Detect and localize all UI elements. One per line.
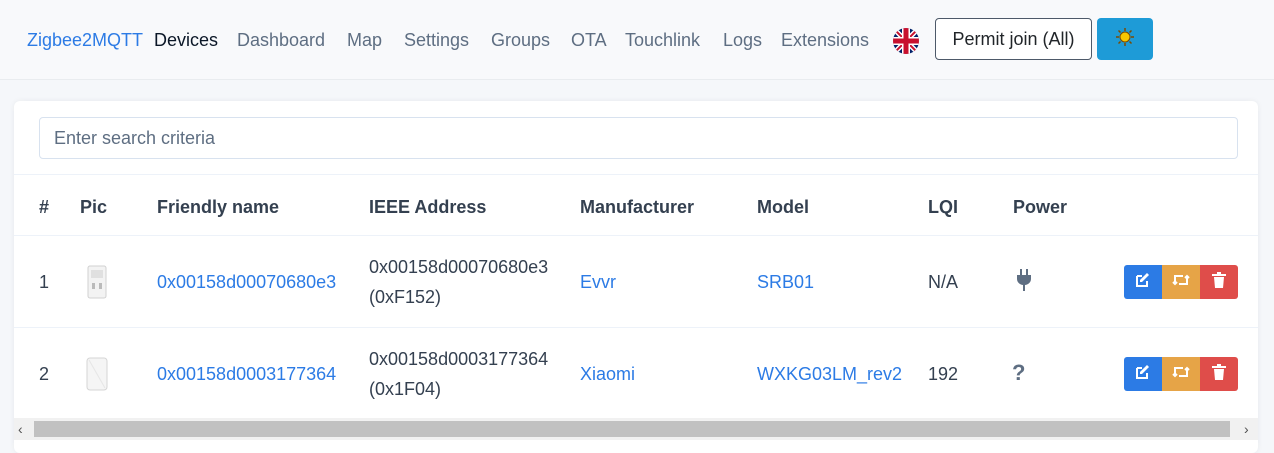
edit-button[interactable] [1124,265,1162,299]
plug-icon [1016,269,1032,297]
header-index[interactable]: # [39,196,49,218]
edit-icon [1135,364,1151,384]
header-lqi[interactable]: LQI [928,196,958,218]
nav-map[interactable]: Map [347,29,382,51]
divider [14,327,1258,328]
uk-flag-icon[interactable] [893,28,919,54]
brand-link[interactable]: Zigbee2MQTT [27,29,143,51]
edit-button[interactable] [1124,357,1162,391]
row-index: 2 [39,364,50,384]
nav-groups[interactable]: Groups [491,29,550,51]
nav-ota[interactable]: OTA [571,29,607,51]
device-image [85,357,109,391]
device-image [85,265,109,299]
scroll-right-icon[interactable]: › [1244,420,1249,438]
divider [14,235,1258,236]
theme-toggle-button[interactable] [1097,18,1153,60]
friendly-name-link[interactable]: 0x00158d0003177364 [157,359,336,389]
nav-dashboard[interactable]: Dashboard [237,29,325,51]
horizontal-scrollbar[interactable]: ‹ › [14,418,1258,440]
header-pic[interactable]: Pic [80,196,107,218]
manufacturer-link[interactable]: Evvr [580,267,616,297]
nav-extensions[interactable]: Extensions [781,29,869,51]
model-link[interactable]: WXKG03LM_rev2 [757,359,902,389]
retweet-icon [1172,365,1190,383]
header-friendly-name[interactable]: Friendly name [157,196,279,218]
nav-touchlink[interactable]: Touchlink [625,29,700,51]
permit-join-button[interactable]: Permit join (All) [935,18,1092,60]
rename-button[interactable] [1162,265,1200,299]
edit-icon [1135,272,1151,292]
nav-devices[interactable]: Devices [154,29,218,51]
manufacturer-link[interactable]: Xiaomi [580,359,635,389]
header-model[interactable]: Model [757,196,809,218]
trash-icon [1212,364,1226,384]
search-input[interactable] [39,117,1238,159]
row-actions [1124,357,1238,391]
navbar: Zigbee2MQTT Devices Dashboard Map Settin… [0,0,1274,80]
unknown-icon: ? [1012,360,1026,385]
friendly-name-link[interactable]: 0x00158d00070680e3 [157,267,336,297]
model-link[interactable]: SRB01 [757,267,814,297]
devices-card: # Pic Friendly name IEEE Address Manufac… [14,101,1258,453]
sun-icon [1115,27,1135,52]
nav-settings[interactable]: Settings [404,29,469,51]
nav-logs[interactable]: Logs [723,29,762,51]
divider [14,174,1258,175]
scroll-thumb[interactable] [34,421,1230,437]
delete-button[interactable] [1200,357,1238,391]
delete-button[interactable] [1200,265,1238,299]
header-power[interactable]: Power [1013,196,1067,218]
ieee-address: 0x00158d00070680e3 [369,257,549,277]
ieee-address: 0x00158d0003177364 [369,349,549,369]
lqi-value: 192 [928,364,959,384]
scroll-left-icon[interactable]: ‹ [18,420,23,438]
row-index: 1 [39,272,50,292]
retweet-icon [1172,273,1190,291]
network-address: (0x1F04) [369,379,442,399]
header-ieee-address[interactable]: IEEE Address [369,196,486,218]
rename-button[interactable] [1162,357,1200,391]
row-actions [1124,265,1238,299]
network-address: (0xF152) [369,287,442,307]
lqi-value: N/A [928,272,959,292]
header-manufacturer[interactable]: Manufacturer [580,196,694,218]
trash-icon [1212,272,1226,292]
